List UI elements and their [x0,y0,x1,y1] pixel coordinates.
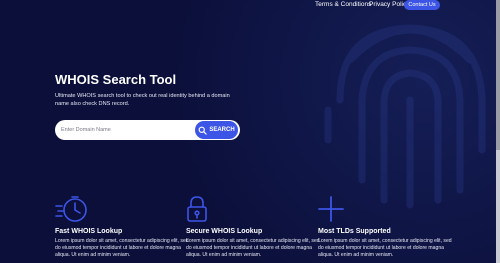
search-icon [198,126,208,135]
plus-icon [318,196,344,222]
domain-search-input[interactable] [59,124,193,136]
feature-title: Fast WHOIS Lookup [55,228,123,235]
feature-description: Lorem ipsum dolor sit amet, consectetur … [318,238,452,258]
fingerprint-icon [324,24,486,209]
scrollbar-thumb[interactable] [496,0,500,150]
search-button[interactable]: SEARCH [195,121,238,139]
search-button-label: SEARCH [209,127,235,133]
nav-link-terms[interactable]: Terms & Conditions [315,1,371,8]
feature-description: Lorem ipsum dolor sit amet, consectetur … [186,238,320,258]
feature-title: Most TLDs Supported [318,228,391,235]
page-title: WHOIS Search Tool [55,72,177,87]
top-navigation: Terms & Conditions Privacy Policy Contac… [0,0,500,12]
stopwatch-icon [55,196,87,222]
feature-title: Secure WHOIS Lookup [186,228,263,235]
hero-description: Ultimate WHOIS search tool to check out … [55,93,230,107]
contact-us-button[interactable]: Contact Us [404,0,440,10]
feature-description: Lorem ipsum dolor sit amet, consectetur … [55,238,189,258]
padlock-icon [187,196,207,222]
search-bar: SEARCH [55,120,240,140]
